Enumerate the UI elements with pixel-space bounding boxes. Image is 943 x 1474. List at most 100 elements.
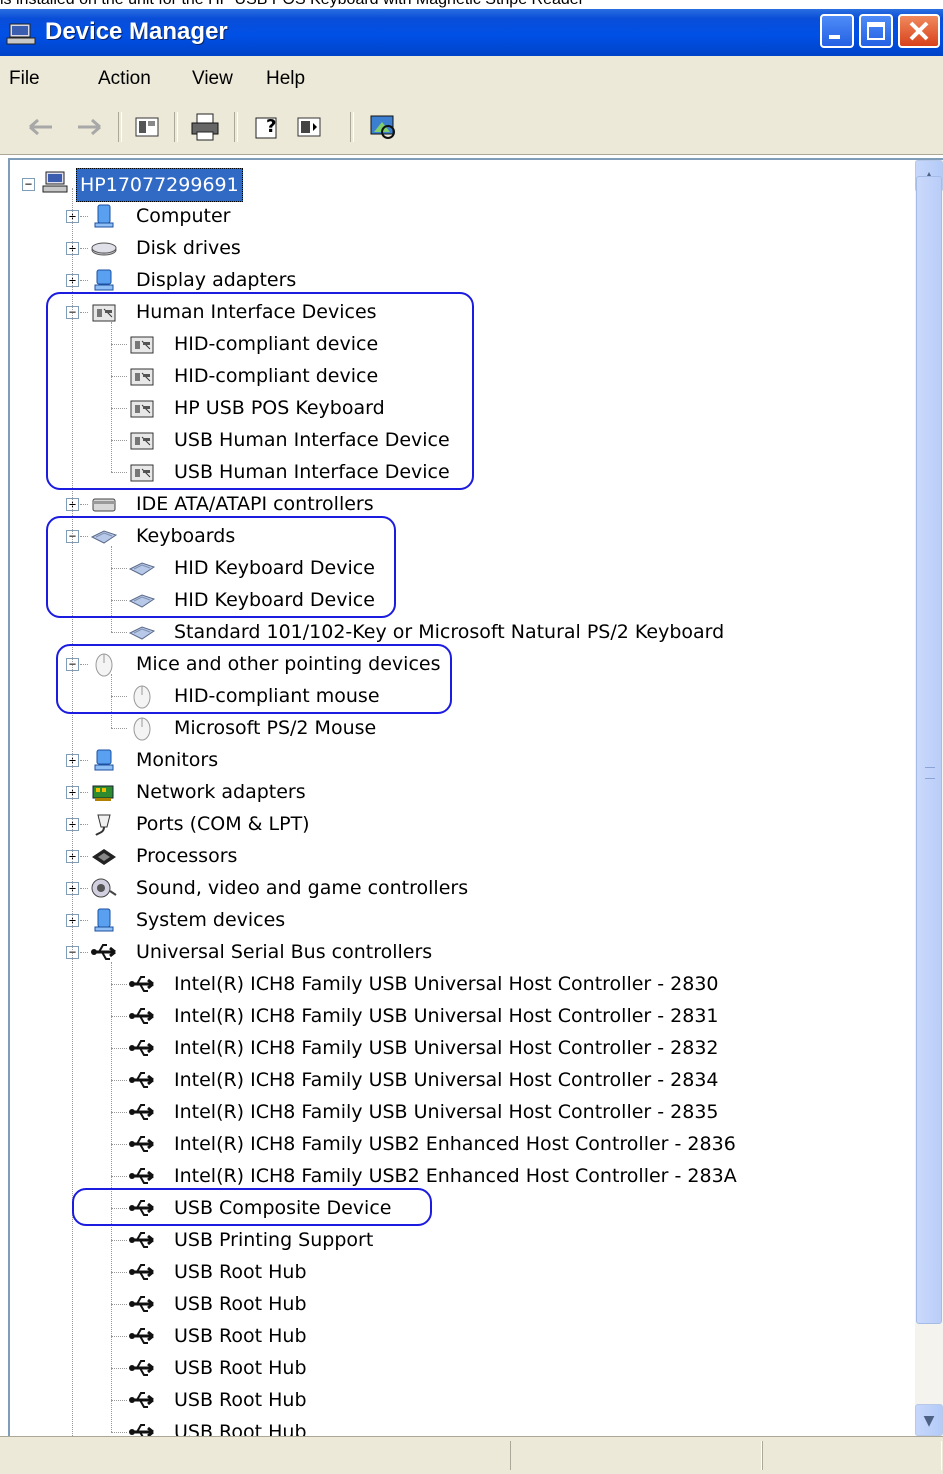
monitor-icon xyxy=(94,749,114,771)
tree-connector xyxy=(111,1272,127,1273)
tree-connector xyxy=(111,1176,127,1177)
tree-item-label: Intel(R) ICH8 Family USB Universal Host … xyxy=(174,973,719,995)
tree-connector xyxy=(111,1432,127,1433)
help-icon[interactable]: ? xyxy=(252,110,286,144)
scan-hardware-icon[interactable] xyxy=(366,110,400,144)
tree-connector xyxy=(80,856,88,857)
mouse-icon xyxy=(133,717,151,741)
toolbar-separator xyxy=(118,112,122,142)
toolbar: ? xyxy=(0,102,943,155)
tree-connector xyxy=(111,984,127,985)
tree-connector xyxy=(80,216,88,217)
usb-icon xyxy=(129,1328,154,1344)
back-icon[interactable] xyxy=(24,110,58,144)
port-icon xyxy=(95,814,111,836)
ide-controller-icon xyxy=(92,498,116,512)
tree-connector xyxy=(80,792,88,793)
tree-connector xyxy=(80,248,88,249)
menu-action[interactable]: Action xyxy=(98,68,151,90)
usb-icon xyxy=(129,1104,154,1120)
highlight-human-interface-devices xyxy=(46,292,474,490)
usb-icon xyxy=(129,1008,154,1024)
svg-text:?: ? xyxy=(266,116,276,137)
tree-connector xyxy=(80,504,88,505)
print-icon[interactable] xyxy=(188,110,222,144)
usb-icon xyxy=(129,976,154,992)
tree-connector xyxy=(80,888,88,889)
title-bar[interactable]: Device Manager xyxy=(0,9,943,56)
usb-icon xyxy=(129,1264,154,1280)
maximize-button[interactable] xyxy=(859,14,893,48)
menu-view[interactable]: View xyxy=(192,68,233,90)
device-tree[interactable]: − HP17077299691 + Computer + Disk drives + Di… xyxy=(8,158,943,1436)
menu-help[interactable]: Help xyxy=(266,68,305,90)
tree-connector xyxy=(80,824,88,825)
usb-icon xyxy=(91,944,116,960)
collapse-icon[interactable]: − xyxy=(22,178,35,191)
highlight-mice xyxy=(56,644,452,714)
processor-icon xyxy=(92,849,116,865)
minimize-button[interactable] xyxy=(820,14,854,48)
usb-icon xyxy=(129,1392,154,1408)
tree-item-label: Sound, video and game controllers xyxy=(136,877,469,899)
tree-item-label: USB Root Hub xyxy=(174,1357,307,1379)
status-pane xyxy=(510,1441,762,1470)
usb-icon xyxy=(129,1424,154,1436)
menu-file[interactable]: File xyxy=(9,68,40,90)
tree-item-label: Universal Serial Bus controllers xyxy=(136,941,433,963)
minimize-icon xyxy=(829,35,840,39)
tree-item-label: Processors xyxy=(136,845,238,867)
computer-icon xyxy=(94,204,114,228)
page-caption: ls installed on the unit for the HP USB … xyxy=(0,0,943,9)
close-button[interactable] xyxy=(898,14,940,48)
usb-icon xyxy=(129,1296,154,1312)
vertical-scrollbar[interactable]: ▲ ▼ xyxy=(915,160,943,1436)
tree-item-label: Disk drives xyxy=(136,237,241,259)
forward-icon[interactable] xyxy=(72,110,106,144)
tree-connector xyxy=(111,1016,127,1017)
disk-drive-icon xyxy=(91,242,117,256)
tree-item-label: USB Root Hub xyxy=(174,1325,307,1347)
tree-root-label: HP17077299691 xyxy=(76,168,243,202)
tree-connector xyxy=(111,1368,127,1369)
tree-item-label: Microsoft PS/2 Mouse xyxy=(174,717,377,739)
menu-bar: File Action View Help xyxy=(0,56,943,103)
tree-connector xyxy=(111,1240,127,1241)
status-pane xyxy=(762,1441,942,1470)
show-hide-console-tree-icon[interactable] xyxy=(292,110,326,144)
tree-connector xyxy=(111,632,127,633)
scrollbar-grip-icon xyxy=(925,767,935,779)
tree-connector xyxy=(111,1304,127,1305)
tree-item-label: USB Root Hub xyxy=(174,1261,307,1283)
computer-root-icon xyxy=(42,171,68,193)
scroll-down-button[interactable]: ▼ xyxy=(915,1404,943,1436)
tree-connector xyxy=(111,1144,127,1145)
network-adapter-icon xyxy=(92,785,114,801)
tree-item-label: System devices xyxy=(136,909,286,931)
usb-icon xyxy=(129,1360,154,1376)
window-title: Device Manager xyxy=(45,18,228,45)
tree-item-label: Intel(R) ICH8 Family USB Universal Host … xyxy=(174,1101,719,1123)
properties-icon[interactable] xyxy=(130,110,164,144)
tree-connector xyxy=(111,1400,127,1401)
close-icon xyxy=(909,21,929,41)
usb-icon xyxy=(129,1040,154,1056)
highlight-keyboards xyxy=(46,516,396,618)
highlight-usb-composite-device xyxy=(72,1188,432,1226)
tree-item-label: Intel(R) ICH8 Family USB Universal Host … xyxy=(174,1069,719,1091)
tree-item-label: USB Printing Support xyxy=(174,1229,374,1251)
display-adapter-icon xyxy=(94,269,114,291)
tree-item-label: Network adapters xyxy=(136,781,306,803)
status-bar xyxy=(0,1436,943,1474)
tree-connector xyxy=(111,1336,127,1337)
tree-connector xyxy=(80,760,88,761)
tree-connector xyxy=(111,1112,127,1113)
tree-connector xyxy=(111,1048,127,1049)
usb-icon xyxy=(129,1168,154,1184)
tree-item-label: Intel(R) ICH8 Family USB2 Enhanced Host … xyxy=(174,1133,736,1155)
device-manager-icon xyxy=(6,23,36,45)
scrollbar-thumb[interactable] xyxy=(916,176,942,1324)
tree-connector xyxy=(80,952,88,953)
tree-item-label: Ports (COM & LPT) xyxy=(136,813,310,835)
tree-connector xyxy=(111,728,127,729)
